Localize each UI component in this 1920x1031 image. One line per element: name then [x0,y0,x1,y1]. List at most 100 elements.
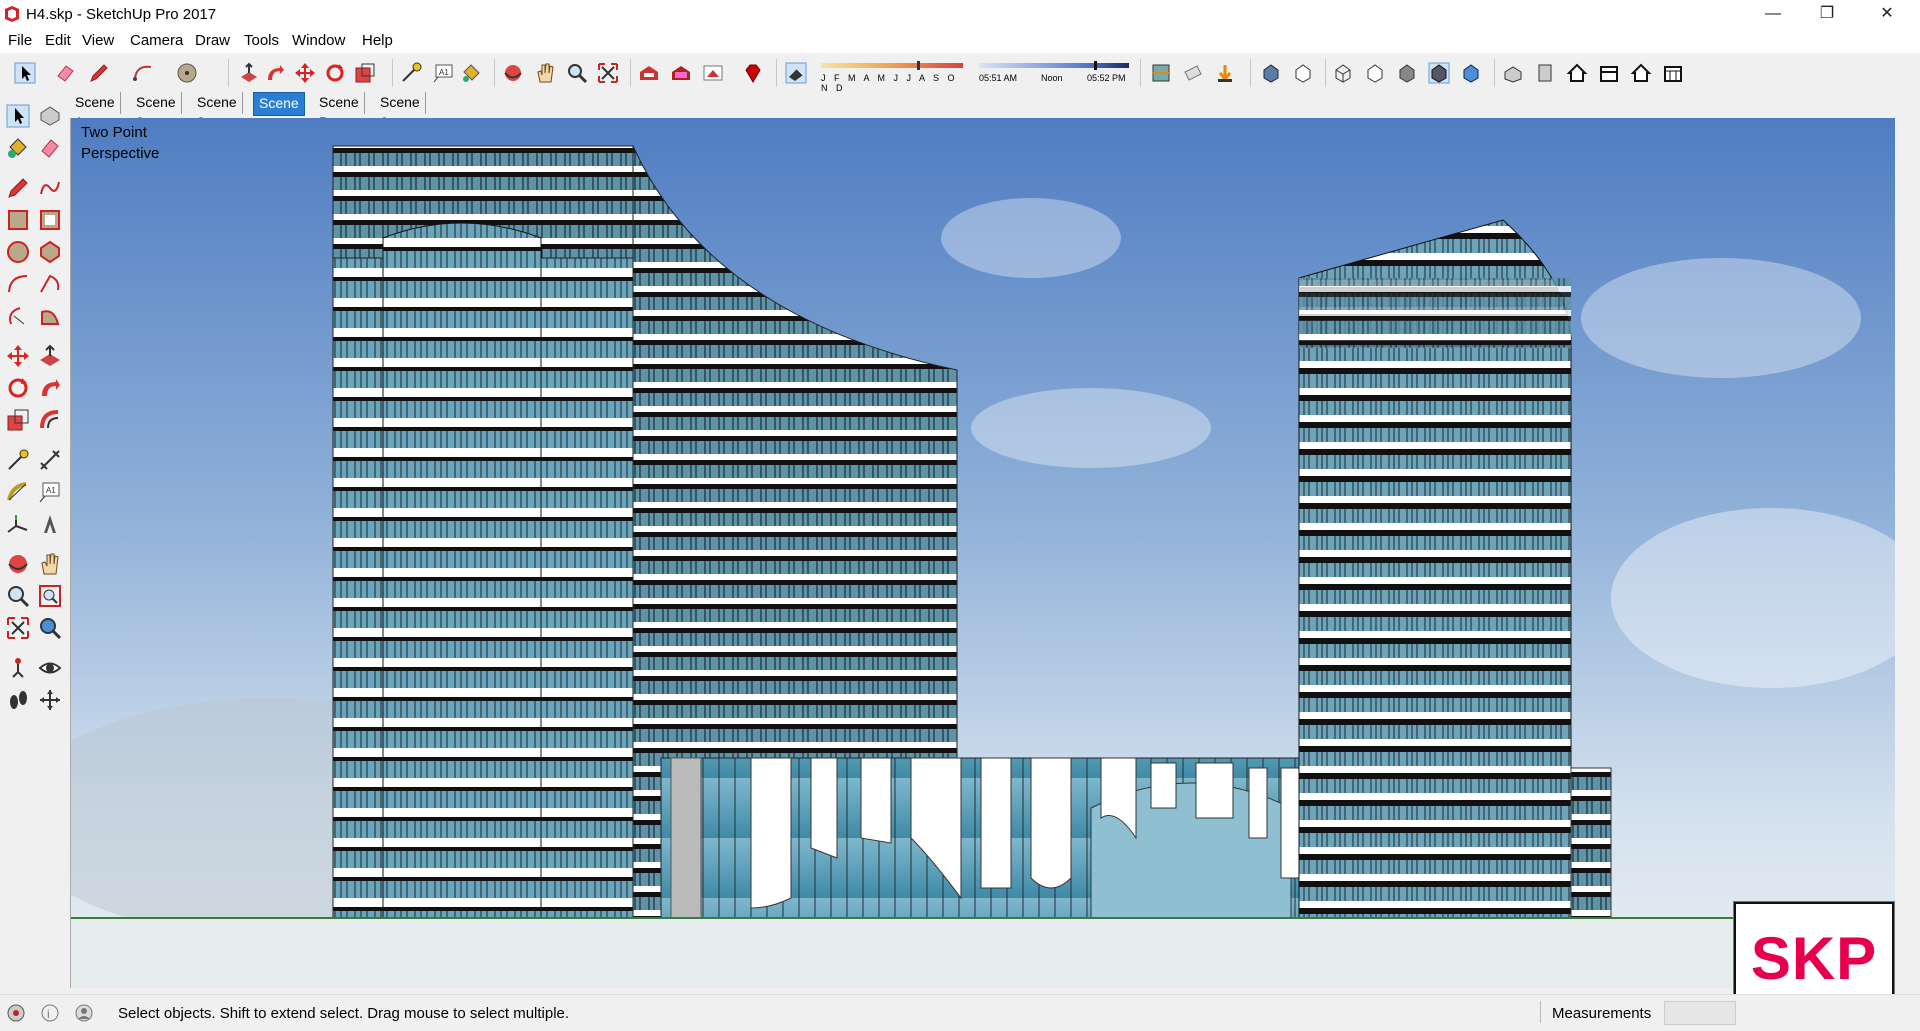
tape-measure-tool-icon[interactable] [6,448,30,472]
two-point-arc-tool-icon[interactable] [38,272,62,296]
tab-scene-3[interactable]: Scene 3 [192,92,243,130]
select-tool-icon[interactable] [6,104,30,128]
shadows-toggle-icon[interactable] [785,62,807,84]
orbit-tool-icon[interactable] [6,552,30,576]
zoom-icon[interactable] [566,62,588,84]
push-pull-tool-icon[interactable] [38,344,62,368]
window-title: H4.skp - SketchUp Pro 2017 [26,6,217,23]
back-view-icon[interactable] [1630,62,1652,84]
move-icon[interactable] [294,62,316,84]
follow-me-icon[interactable] [264,62,286,84]
paint-bucket-tool-icon[interactable] [6,136,30,160]
model-viewport[interactable]: Two Point Perspective [70,118,1895,988]
eraser-icon[interactable] [54,62,76,84]
pie-tool-icon[interactable] [38,304,62,328]
rotated-rectangle-tool-icon[interactable] [38,208,62,232]
zoom-extents-icon[interactable] [597,62,619,84]
maximize-button[interactable]: ❐ [1800,0,1854,30]
zoom-tool-icon[interactable] [6,584,30,608]
rotate-tool-icon[interactable] [6,376,30,400]
credits-info-icon[interactable]: i [40,1003,60,1023]
pan-icon[interactable] [534,62,556,84]
dimension-tool-icon[interactable] [38,448,62,472]
arc-tool-icon[interactable] [6,272,30,296]
minimize-button[interactable]: — [1746,0,1800,30]
section-fill-icon[interactable] [1214,62,1236,84]
user-account-icon[interactable] [74,1003,94,1023]
svg-text:A1: A1 [46,486,56,495]
zoom-extents-tool-icon[interactable] [6,616,30,640]
wireframe-icon[interactable] [1332,62,1354,84]
ruby-icon[interactable] [742,62,764,84]
tab-scene-1[interactable]: Scene 1 [70,92,121,130]
hidden-line-icon[interactable] [1364,62,1386,84]
top-view-icon[interactable] [1534,62,1556,84]
section-display-icon[interactable] [1182,62,1204,84]
menu-file[interactable]: File [8,32,32,49]
3d-text-tool-icon[interactable] [38,512,62,536]
look-around-tool-icon[interactable] [38,656,62,680]
walk-tool-icon[interactable] [6,688,30,712]
right-view-icon[interactable] [1598,62,1620,84]
eraser-tool-icon[interactable] [38,136,62,160]
rectangle-tool-icon[interactable] [6,208,30,232]
menu-tools[interactable]: Tools [244,32,279,49]
close-button[interactable]: ✕ [1860,0,1914,30]
tab-scene-6[interactable]: Scene 6 [375,92,426,130]
scale-icon[interactable] [354,62,376,84]
tab-scene-4[interactable]: Scene 4 [253,92,305,131]
section-plane-icon[interactable] [1150,62,1172,84]
menu-help[interactable]: Help [362,32,393,49]
menu-edit[interactable]: Edit [45,32,71,49]
menu-camera[interactable]: Camera [130,32,183,49]
offset-tool-icon[interactable] [38,408,62,432]
pan-tool-icon[interactable] [38,552,62,576]
measurements-input[interactable] [1664,1001,1736,1025]
warehouse-icon[interactable] [638,62,660,84]
arc-icon[interactable] [132,62,154,84]
xray-icon[interactable] [1260,62,1282,84]
position-camera-tool-icon[interactable] [6,656,30,680]
rotate-icon[interactable] [324,62,346,84]
menu-view[interactable]: View [82,32,114,49]
follow-me-tool-icon[interactable] [38,376,62,400]
iso-view-icon[interactable] [1502,62,1524,84]
axes-tool-icon[interactable] [6,512,30,536]
line-tool-icon[interactable] [6,176,30,200]
shadow-time-slider[interactable]: 05:51 AM Noon 05:52 PM [979,61,1129,89]
previous-view-tool-icon[interactable] [38,616,62,640]
freehand-tool-icon[interactable] [38,176,62,200]
text-tool-icon[interactable]: A1 [38,480,62,504]
zoom-window-tool-icon[interactable] [38,584,62,608]
three-point-arc-tool-icon[interactable] [6,304,30,328]
circle-tool-icon[interactable] [6,240,30,264]
back-edges-icon[interactable] [1292,62,1314,84]
pencil-icon[interactable] [88,62,110,84]
menu-draw[interactable]: Draw [195,32,230,49]
shadow-month-slider[interactable]: J F M A M J J A S O N D [821,61,963,93]
move-tool-icon[interactable] [6,344,30,368]
menu-window[interactable]: Window [292,32,345,49]
text-icon[interactable]: A1 [432,62,454,84]
paint-bucket-icon[interactable] [460,62,482,84]
shaded-icon[interactable] [1396,62,1418,84]
geo-location-icon[interactable] [6,1003,26,1023]
orbit-icon[interactable] [502,62,524,84]
make-component-icon[interactable] [38,104,62,128]
polygon-tool-icon[interactable] [38,240,62,264]
scale-tool-icon[interactable] [6,408,30,432]
shaded-textures-icon[interactable] [1428,62,1450,84]
tape-measure-icon[interactable] [400,62,422,84]
monochrome-icon[interactable] [1460,62,1482,84]
section-plane-tool-icon[interactable] [38,688,62,712]
left-view-icon[interactable] [1662,62,1684,84]
tab-scene-5[interactable]: Scene 5 [314,92,365,130]
component-icon[interactable] [670,62,692,84]
tab-scene-2[interactable]: Scene 2 [131,92,182,130]
extension-icon[interactable] [702,62,724,84]
circle-icon[interactable] [176,62,198,84]
front-view-icon[interactable] [1566,62,1588,84]
push-pull-icon[interactable] [238,62,260,84]
protractor-tool-icon[interactable] [6,480,30,504]
select-icon[interactable] [14,62,36,84]
